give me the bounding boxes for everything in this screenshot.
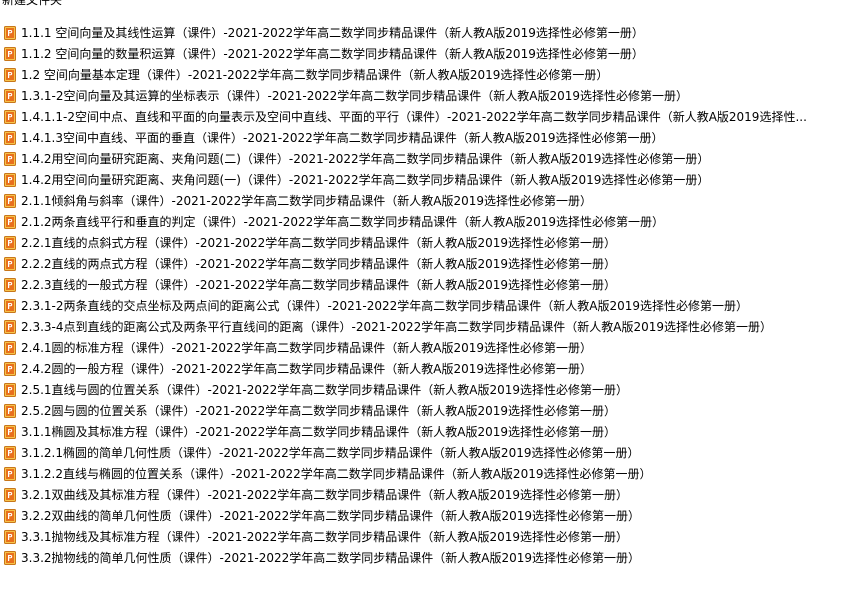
file-list-item[interactable]: 1.4.2用空间向量研究距离、夹角问题(一)（课件）-2021-2022学年高二… <box>0 169 849 190</box>
powerpoint-file-icon <box>4 319 16 334</box>
powerpoint-file-icon <box>4 67 16 82</box>
powerpoint-file-icon <box>4 361 16 376</box>
folder-title: 新建文件夹 <box>2 0 63 7</box>
file-name: 3.1.2.2直线与椭圆的位置关系（课件）-2021-2022学年高二数学同步精… <box>21 467 652 481</box>
powerpoint-file-icon <box>4 88 16 103</box>
file-name: 2.2.1直线的点斜式方程（课件）-2021-2022学年高二数学同步精品课件（… <box>21 236 617 250</box>
powerpoint-file-icon <box>4 298 16 313</box>
file-list-item[interactable]: 2.4.2圆的一般方程（课件）-2021-2022学年高二数学同步精品课件（新人… <box>0 358 849 379</box>
file-name: 3.1.1椭圆及其标准方程（课件）-2021-2022学年高二数学同步精品课件（… <box>21 425 617 439</box>
file-name: 3.3.1抛物线及其标准方程（课件）-2021-2022学年高二数学同步精品课件… <box>21 530 629 544</box>
powerpoint-file-icon <box>4 466 16 481</box>
file-name: 1.1.1 空间向量及其线性运算（课件）-2021-2022学年高二数学同步精品… <box>21 26 644 40</box>
file-list-item[interactable]: 2.5.2圆与圆的位置关系（课件）-2021-2022学年高二数学同步精品课件（… <box>0 400 849 421</box>
file-name: 3.2.2双曲线的简单几何性质（课件）-2021-2022学年高二数学同步精品课… <box>21 509 641 523</box>
powerpoint-file-icon <box>4 130 16 145</box>
powerpoint-file-icon <box>4 508 16 523</box>
file-list-item[interactable]: 2.2.1直线的点斜式方程（课件）-2021-2022学年高二数学同步精品课件（… <box>0 232 849 253</box>
file-name: 1.1.2 空间向量的数量积运算（课件）-2021-2022学年高二数学同步精品… <box>21 47 644 61</box>
file-name: 2.5.1直线与圆的位置关系（课件）-2021-2022学年高二数学同步精品课件… <box>21 383 629 397</box>
file-name: 2.3.1-2两条直线的交点坐标及两点间的距离公式（课件）-2021-2022学… <box>21 299 748 313</box>
file-name: 2.1.2两条直线平行和垂直的判定（课件）-2021-2022学年高二数学同步精… <box>21 215 665 229</box>
powerpoint-file-icon <box>4 445 16 460</box>
file-list-item[interactable]: 3.1.2.2直线与椭圆的位置关系（课件）-2021-2022学年高二数学同步精… <box>0 463 849 484</box>
file-list-item[interactable]: 2.5.1直线与圆的位置关系（课件）-2021-2022学年高二数学同步精品课件… <box>0 379 849 400</box>
file-list-item[interactable]: 2.1.2两条直线平行和垂直的判定（课件）-2021-2022学年高二数学同步精… <box>0 211 849 232</box>
powerpoint-file-icon <box>4 46 16 61</box>
file-name: 1.4.1.1-2空间中点、直线和平面的向量表示及空间中直线、平面的平行（课件）… <box>21 110 807 124</box>
file-name: 2.5.2圆与圆的位置关系（课件）-2021-2022学年高二数学同步精品课件（… <box>21 404 617 418</box>
file-list-item[interactable]: 1.4.2用空间向量研究距离、夹角问题(二)（课件）-2021-2022学年高二… <box>0 148 849 169</box>
powerpoint-file-icon <box>4 529 16 544</box>
file-name: 1.3.1-2空间向量及其运算的坐标表示（课件）-2021-2022学年高二数学… <box>21 89 688 103</box>
file-name: 2.3.3-4点到直线的距离公式及两条平行直线间的距离（课件）-2021-202… <box>21 320 772 334</box>
file-list-item[interactable]: 2.3.1-2两条直线的交点坐标及两点间的距离公式（课件）-2021-2022学… <box>0 295 849 316</box>
file-list-item[interactable]: 3.1.2.1椭圆的简单几何性质（课件）-2021-2022学年高二数学同步精品… <box>0 442 849 463</box>
file-name: 3.2.1双曲线及其标准方程（课件）-2021-2022学年高二数学同步精品课件… <box>21 488 629 502</box>
file-list-item[interactable]: 1.3.1-2空间向量及其运算的坐标表示（课件）-2021-2022学年高二数学… <box>0 85 849 106</box>
file-name: 3.1.2.1椭圆的简单几何性质（课件）-2021-2022学年高二数学同步精品… <box>21 446 640 460</box>
file-name: 1.4.1.3空间中直线、平面的垂直（课件）-2021-2022学年高二数学同步… <box>21 131 664 145</box>
powerpoint-file-icon <box>4 172 16 187</box>
file-list-item[interactable]: 2.3.3-4点到直线的距离公式及两条平行直线间的距离（课件）-2021-202… <box>0 316 849 337</box>
file-list-item[interactable]: 3.2.2双曲线的简单几何性质（课件）-2021-2022学年高二数学同步精品课… <box>0 505 849 526</box>
file-name: 2.1.1倾斜角与斜率（课件）-2021-2022学年高二数学同步精品课件（新人… <box>21 194 593 208</box>
file-name: 2.4.1圆的标准方程（课件）-2021-2022学年高二数学同步精品课件（新人… <box>21 341 593 355</box>
file-list-item[interactable]: 2.2.2直线的两点式方程（课件）-2021-2022学年高二数学同步精品课件（… <box>0 253 849 274</box>
file-list: 1.1.1 空间向量及其线性运算（课件）-2021-2022学年高二数学同步精品… <box>0 22 849 568</box>
file-list-item[interactable]: 2.4.1圆的标准方程（课件）-2021-2022学年高二数学同步精品课件（新人… <box>0 337 849 358</box>
file-list-item[interactable]: 2.2.3直线的一般式方程（课件）-2021-2022学年高二数学同步精品课件（… <box>0 274 849 295</box>
powerpoint-file-icon <box>4 340 16 355</box>
file-list-item[interactable]: 2.1.1倾斜角与斜率（课件）-2021-2022学年高二数学同步精品课件（新人… <box>0 190 849 211</box>
powerpoint-file-icon <box>4 403 16 418</box>
powerpoint-file-icon <box>4 109 16 124</box>
file-list-item[interactable]: 3.1.1椭圆及其标准方程（课件）-2021-2022学年高二数学同步精品课件（… <box>0 421 849 442</box>
powerpoint-file-icon <box>4 256 16 271</box>
powerpoint-file-icon <box>4 424 16 439</box>
powerpoint-file-icon <box>4 214 16 229</box>
file-name: 3.3.2抛物线的简单几何性质（课件）-2021-2022学年高二数学同步精品课… <box>21 551 641 565</box>
file-name: 1.4.2用空间向量研究距离、夹角问题(二)（课件）-2021-2022学年高二… <box>21 152 710 166</box>
powerpoint-file-icon <box>4 25 16 40</box>
powerpoint-file-icon <box>4 235 16 250</box>
powerpoint-file-icon <box>4 151 16 166</box>
powerpoint-file-icon <box>4 487 16 502</box>
file-name: 2.2.2直线的两点式方程（课件）-2021-2022学年高二数学同步精品课件（… <box>21 257 617 271</box>
file-list-item[interactable]: 3.3.2抛物线的简单几何性质（课件）-2021-2022学年高二数学同步精品课… <box>0 547 849 568</box>
file-list-item[interactable]: 1.4.1.3空间中直线、平面的垂直（课件）-2021-2022学年高二数学同步… <box>0 127 849 148</box>
powerpoint-file-icon <box>4 277 16 292</box>
file-list-item[interactable]: 1.1.1 空间向量及其线性运算（课件）-2021-2022学年高二数学同步精品… <box>0 22 849 43</box>
file-name: 1.4.2用空间向量研究距离、夹角问题(一)（课件）-2021-2022学年高二… <box>21 173 710 187</box>
powerpoint-file-icon <box>4 550 16 565</box>
file-name: 2.2.3直线的一般式方程（课件）-2021-2022学年高二数学同步精品课件（… <box>21 278 617 292</box>
file-list-item[interactable]: 1.2 空间向量基本定理（课件）-2021-2022学年高二数学同步精品课件（新… <box>0 64 849 85</box>
file-list-item[interactable]: 3.3.1抛物线及其标准方程（课件）-2021-2022学年高二数学同步精品课件… <box>0 526 849 547</box>
file-name: 2.4.2圆的一般方程（课件）-2021-2022学年高二数学同步精品课件（新人… <box>21 362 593 376</box>
file-list-item[interactable]: 1.4.1.1-2空间中点、直线和平面的向量表示及空间中直线、平面的平行（课件）… <box>0 106 849 127</box>
file-list-item[interactable]: 3.2.1双曲线及其标准方程（课件）-2021-2022学年高二数学同步精品课件… <box>0 484 849 505</box>
file-list-item[interactable]: 1.1.2 空间向量的数量积运算（课件）-2021-2022学年高二数学同步精品… <box>0 43 849 64</box>
powerpoint-file-icon <box>4 193 16 208</box>
powerpoint-file-icon <box>4 382 16 397</box>
file-name: 1.2 空间向量基本定理（课件）-2021-2022学年高二数学同步精品课件（新… <box>21 68 609 82</box>
